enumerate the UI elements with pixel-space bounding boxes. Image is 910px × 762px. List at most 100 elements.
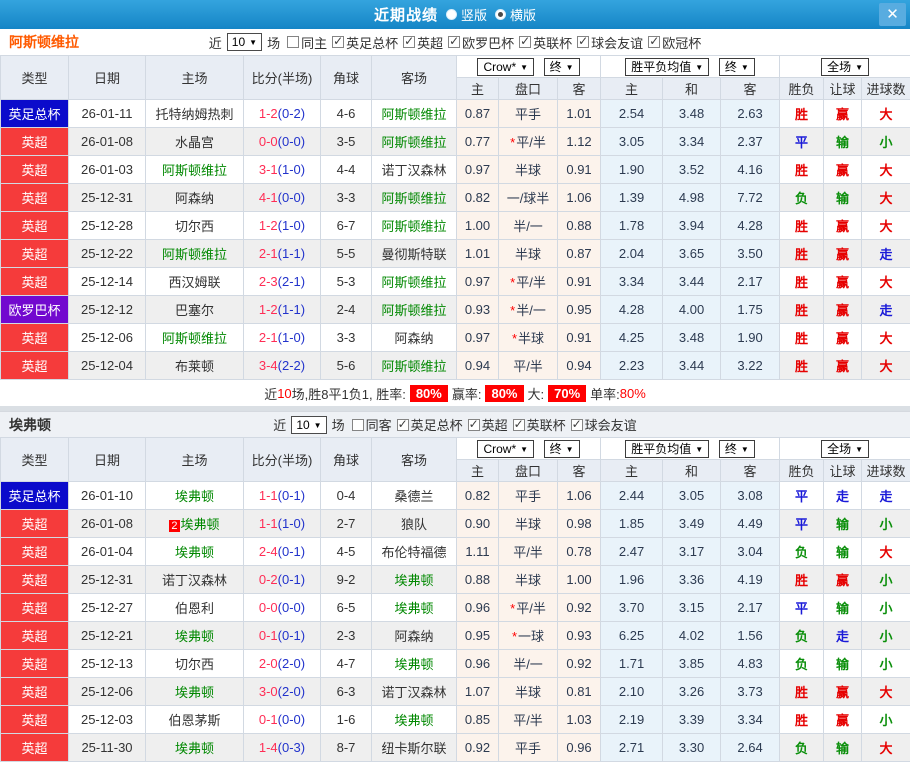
wdl-average-select[interactable]: 胜平负均值▼	[625, 58, 709, 76]
league-badge: 英超	[1, 128, 69, 156]
fulltime-select[interactable]: 全场▼	[821, 58, 869, 76]
away-team-name: 桑德兰	[394, 489, 433, 504]
asian-line: *半/一	[499, 296, 558, 324]
cup-filter-checkbox[interactable]	[332, 36, 344, 48]
same-venue-checkbox[interactable]	[287, 36, 299, 48]
euro-home-odds: 2.04	[601, 240, 663, 268]
asian-home-odds: 0.77	[457, 128, 499, 156]
dialog-titlebar: 近期战绩 竖版 横版 ✕	[0, 0, 910, 29]
result-goals: 大	[862, 268, 910, 296]
home-team-name: 托特纳姆热刺	[155, 107, 233, 122]
cup-filter-checkbox[interactable]	[448, 36, 460, 48]
result-goals: 大	[862, 212, 910, 240]
result-handicap: 输	[824, 128, 862, 156]
away-team: 埃弗顿	[372, 706, 457, 734]
result-goals: 大	[862, 678, 910, 706]
euro-draw-odds: 4.98	[663, 184, 721, 212]
bookmaker-select[interactable]: Crow*▼	[477, 58, 534, 76]
full-time-score: 0-2	[259, 572, 278, 587]
asian-line-text: 半球	[515, 685, 541, 700]
score-cell: 0-0(0-0)	[244, 128, 321, 156]
result-goals: 小	[862, 622, 910, 650]
league-badge: 英超	[1, 324, 69, 352]
asian-line-text: 半球	[515, 517, 541, 532]
result-handicap: 赢	[824, 678, 862, 706]
chevron-down-icon: ▼	[520, 63, 528, 72]
result-wdl: 负	[780, 650, 824, 678]
euro-away-odds: 2.37	[721, 128, 780, 156]
col-header-score: 比分(半场)	[244, 438, 321, 482]
asian-away-odds: 0.87	[558, 240, 601, 268]
away-team-name: 阿斯顿维拉	[381, 303, 446, 318]
cup-filter-checkbox[interactable]	[519, 36, 531, 48]
col-header-home: 主场	[146, 438, 244, 482]
result-wdl: 负	[780, 622, 824, 650]
cup-filter-checkbox[interactable]	[513, 419, 525, 431]
result-handicap: 赢	[824, 566, 862, 594]
subheader-euro-home: 主	[601, 78, 663, 100]
league-badge: 英超	[1, 184, 69, 212]
wdl-average-select[interactable]: 胜平负均值▼	[625, 440, 709, 458]
result-wdl: 平	[780, 594, 824, 622]
league-badge: 欧罗巴杯	[1, 296, 69, 324]
home-team: 伯恩利	[146, 594, 244, 622]
final-odds-select[interactable]: 终▼	[544, 58, 580, 76]
subheader-asian-away: 客	[558, 460, 601, 482]
corner-score: 6-3	[321, 678, 372, 706]
euro-draw-odds: 4.00	[663, 296, 721, 324]
asian-away-odds: 1.03	[558, 706, 601, 734]
same-venue-checkbox[interactable]	[352, 419, 364, 431]
final-odds-select[interactable]: 终▼	[544, 440, 580, 458]
full-time-score: 0-1	[259, 712, 278, 727]
asian-line: 半球	[499, 510, 558, 538]
layout-vertical-radio[interactable]	[446, 9, 457, 20]
league-badge: 英超	[1, 594, 69, 622]
away-team-name: 阿斯顿维拉	[381, 219, 446, 234]
cup-filter-checkbox[interactable]	[403, 36, 415, 48]
away-team-name: 阿森纳	[394, 629, 433, 644]
match-date: 25-12-27	[69, 594, 146, 622]
result-goals: 大	[862, 538, 910, 566]
cup-filter-checkbox[interactable]	[397, 419, 409, 431]
bookmaker-select[interactable]: Crow*▼	[477, 440, 534, 458]
subheader-euro-away: 客	[721, 78, 780, 100]
close-button[interactable]: ✕	[879, 3, 906, 26]
asian-home-odds: 0.92	[457, 734, 499, 762]
team-filter-row: 阿斯顿维拉 近 10▼ 场 同主 英足总杯英超欧罗巴杯英联杯球会友谊欧冠杯	[0, 29, 910, 55]
layout-horizontal-radio[interactable]	[495, 9, 506, 20]
result-goals: 小	[862, 594, 910, 622]
euro-draw-odds: 3.17	[663, 538, 721, 566]
away-team: 诺丁汉森林	[372, 156, 457, 184]
full-time-score: 2-3	[259, 274, 278, 289]
match-count-select[interactable]: 10▼	[227, 33, 262, 51]
euro-home-odds: 1.90	[601, 156, 663, 184]
euro-draw-odds: 3.44	[663, 352, 721, 380]
euro-away-odds: 4.49	[721, 510, 780, 538]
euro-away-odds: 4.28	[721, 212, 780, 240]
home-team-name: 巴塞尔	[175, 303, 214, 318]
final-odds-select-2[interactable]: 终▼	[719, 58, 755, 76]
handicap-win-rate-badge: 80%	[485, 385, 523, 402]
match-date: 25-12-31	[69, 566, 146, 594]
score-cell: 1-2(1-0)	[244, 212, 321, 240]
games-label: 场	[267, 33, 280, 52]
final-odds-select-2[interactable]: 终▼	[719, 440, 755, 458]
league-badge: 英超	[1, 678, 69, 706]
changed-line-marker: *	[512, 629, 517, 644]
half-time-score: (1-1)	[278, 246, 305, 261]
away-team: 阿斯顿维拉	[372, 184, 457, 212]
asian-line: 平手	[499, 482, 558, 510]
cup-filter-checkbox[interactable]	[571, 419, 583, 431]
cup-filter-checkbox[interactable]	[577, 36, 589, 48]
home-team-name: 阿斯顿维拉	[162, 163, 227, 178]
asian-line: 半球	[499, 566, 558, 594]
league-badge: 英超	[1, 622, 69, 650]
fulltime-select[interactable]: 全场▼	[821, 440, 869, 458]
league-badge: 英超	[1, 212, 69, 240]
cup-filter-checkbox[interactable]	[648, 36, 660, 48]
result-wdl: 平	[780, 128, 824, 156]
away-team: 阿斯顿维拉	[372, 212, 457, 240]
match-count-select[interactable]: 10▼	[291, 416, 326, 434]
cup-filter-checkbox[interactable]	[468, 419, 480, 431]
away-team-name: 诺丁汉森林	[381, 163, 446, 178]
